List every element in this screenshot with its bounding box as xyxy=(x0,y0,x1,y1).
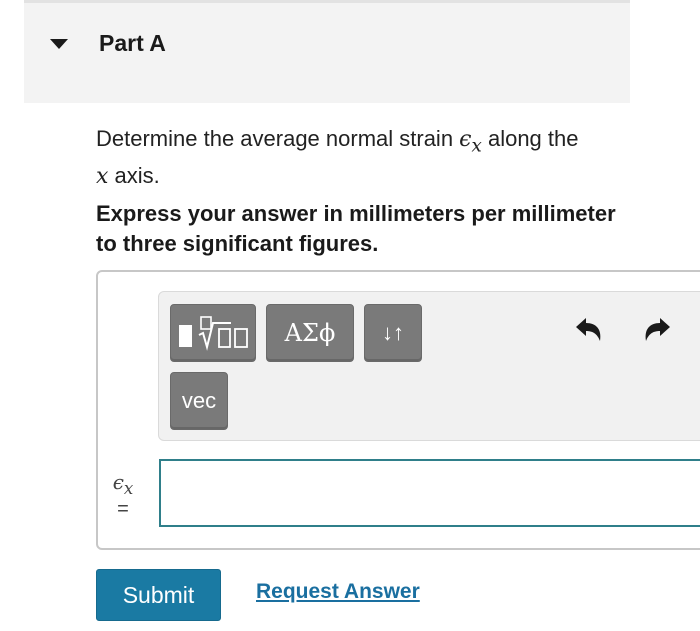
answer-variable-symbol: ϵ xyxy=(112,470,124,494)
undo-icon xyxy=(576,318,601,341)
axis-variable: x xyxy=(96,164,109,190)
question-text: Determine the average normal strain ϵx a… xyxy=(96,124,636,192)
part-title: Part A xyxy=(99,30,166,56)
submit-button[interactable]: Submit xyxy=(96,569,221,621)
question-line2: axis. xyxy=(108,163,160,189)
greek-symbols-button[interactable]: ΑΣϕ xyxy=(266,304,354,362)
templates-icon xyxy=(179,316,248,351)
strain-symbol-letter: ϵ xyxy=(459,127,472,152)
templates-button[interactable] xyxy=(170,304,256,362)
request-answer-link[interactable]: Request Answer xyxy=(256,580,420,604)
answer-variable-label: ϵx xyxy=(108,470,138,498)
redo-button[interactable] xyxy=(640,313,674,352)
redo-icon xyxy=(645,318,670,341)
answer-variable-subscript: x xyxy=(123,479,134,498)
vec-button[interactable]: vec xyxy=(170,372,228,430)
question-text-end: along the xyxy=(481,126,579,151)
answer-input[interactable] xyxy=(159,459,700,527)
strain-symbol: ϵx xyxy=(459,127,482,156)
question-text-start: Determine the average normal strain xyxy=(96,126,460,151)
equals-sign: = xyxy=(117,498,129,520)
arrows-button[interactable]: ↓↑ xyxy=(364,304,422,362)
strain-subscript: x xyxy=(471,135,482,157)
collapse-caret-icon[interactable] xyxy=(50,39,68,49)
undo-button[interactable] xyxy=(572,313,606,352)
instruction-text: Express your answer in millimeters per m… xyxy=(96,201,616,256)
